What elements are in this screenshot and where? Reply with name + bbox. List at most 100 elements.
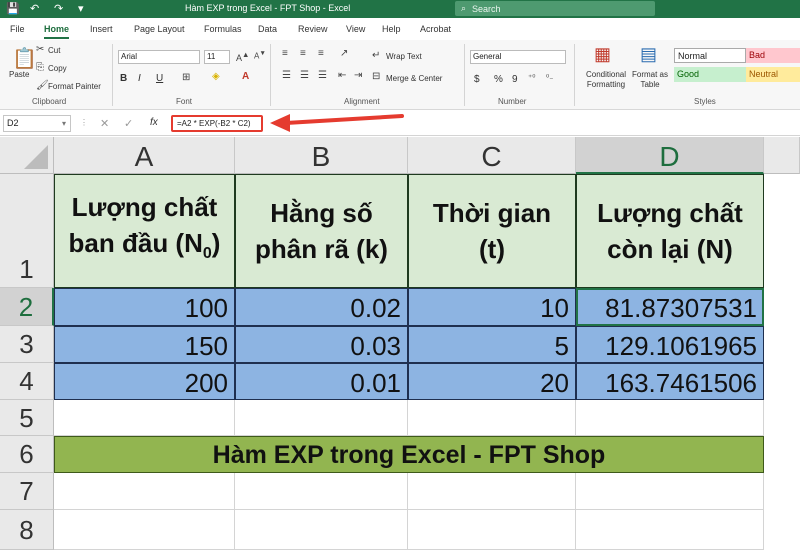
tab-data[interactable]: Data bbox=[258, 24, 277, 34]
row-header-2[interactable]: 2 bbox=[0, 288, 54, 326]
currency-button[interactable]: $ bbox=[474, 74, 480, 85]
insert-function-button[interactable]: fx bbox=[150, 117, 158, 128]
increase-decimal-icon[interactable]: ⁺⁰ bbox=[528, 73, 535, 82]
cell-d3[interactable]: 129.1061965 bbox=[576, 326, 764, 363]
row-header-5[interactable]: 5 bbox=[0, 400, 54, 436]
cell-b8[interactable] bbox=[235, 510, 408, 550]
row-header-8[interactable]: 8 bbox=[0, 510, 54, 550]
format-as-table-button[interactable]: Format as Table bbox=[630, 70, 670, 90]
cell-c7[interactable] bbox=[408, 473, 576, 510]
italic-button[interactable]: I bbox=[138, 73, 141, 84]
copy-icon[interactable]: ⎘ bbox=[36, 62, 44, 73]
style-neutral[interactable]: Neutral bbox=[746, 67, 800, 82]
decrease-decimal-icon[interactable]: ⁰₋ bbox=[546, 73, 553, 82]
orientation-icon[interactable]: ↗ bbox=[340, 48, 348, 59]
paste-button[interactable]: Paste bbox=[9, 70, 29, 79]
align-right-icon[interactable]: ☰ bbox=[318, 70, 327, 81]
cell-c2[interactable]: 10 bbox=[408, 288, 576, 326]
fill-color-icon[interactable]: ◈ bbox=[212, 71, 220, 82]
enter-icon[interactable]: ✓ bbox=[124, 117, 133, 130]
tab-help[interactable]: Help bbox=[382, 24, 401, 34]
number-format-select[interactable]: General bbox=[470, 50, 566, 64]
wrap-text-button[interactable]: Wrap Text bbox=[386, 52, 422, 61]
row-header-4[interactable]: 4 bbox=[0, 363, 54, 400]
tab-view[interactable]: View bbox=[346, 24, 365, 34]
font-size-select[interactable]: 11 bbox=[204, 50, 230, 64]
cell-b1[interactable]: Hằng số phân rã (k) bbox=[235, 174, 408, 288]
decrease-font-icon[interactable]: A▼ bbox=[254, 50, 266, 61]
cell-c1[interactable]: Thời gian (t) bbox=[408, 174, 576, 288]
style-good[interactable]: Good bbox=[674, 67, 746, 82]
column-header-e[interactable] bbox=[764, 137, 800, 174]
cell-c5[interactable] bbox=[408, 400, 576, 436]
borders-icon[interactable]: ⊞ bbox=[182, 72, 190, 83]
cell-a1[interactable]: Lượng chất ban đầu (N0) bbox=[54, 174, 235, 288]
cell-d7[interactable] bbox=[576, 473, 764, 510]
format-as-table-icon[interactable]: ▤ bbox=[640, 44, 657, 65]
copy-button[interactable]: Copy bbox=[48, 64, 67, 73]
cell-a8[interactable] bbox=[54, 510, 235, 550]
undo-icon[interactable]: ↶ bbox=[30, 2, 39, 16]
cell-d2[interactable]: 81.87307531 bbox=[576, 288, 764, 326]
cell-c8[interactable] bbox=[408, 510, 576, 550]
name-box[interactable]: D2 bbox=[3, 115, 71, 132]
cell-a3[interactable]: 150 bbox=[54, 326, 235, 363]
tab-home[interactable]: Home bbox=[44, 24, 70, 39]
cell-b3[interactable]: 0.03 bbox=[235, 326, 408, 363]
formula-input[interactable]: =A2 * EXP(-B2 * C2) bbox=[171, 115, 263, 132]
row-header-3[interactable]: 3 bbox=[0, 326, 54, 363]
merge-center-icon[interactable]: ⊟ bbox=[372, 71, 380, 82]
row-header-6[interactable]: 6 bbox=[0, 436, 54, 473]
cell-c4[interactable]: 20 bbox=[408, 363, 576, 400]
conditional-formatting-button[interactable]: Conditional Formatting bbox=[582, 70, 630, 90]
tab-formulas[interactable]: Formulas bbox=[204, 24, 242, 34]
outdent-icon[interactable]: ⇥ bbox=[354, 70, 362, 81]
paste-icon[interactable]: 📋 bbox=[12, 46, 37, 71]
font-color-icon[interactable]: A bbox=[242, 71, 249, 82]
merge-center-button[interactable]: Merge & Center bbox=[386, 74, 442, 83]
column-header-d[interactable]: D bbox=[576, 137, 764, 174]
style-normal[interactable]: Normal bbox=[674, 48, 746, 63]
tab-page-layout[interactable]: Page Layout bbox=[134, 24, 185, 34]
align-middle-icon[interactable]: ≡ bbox=[300, 48, 306, 59]
cell-b7[interactable] bbox=[235, 473, 408, 510]
cell-a4[interactable]: 200 bbox=[54, 363, 235, 400]
align-center-icon[interactable]: ☰ bbox=[300, 70, 309, 81]
cut-button[interactable]: Cut bbox=[48, 46, 60, 55]
redo-icon[interactable]: ↷ bbox=[54, 2, 63, 16]
bold-button[interactable]: B bbox=[120, 73, 127, 84]
align-left-icon[interactable]: ☰ bbox=[282, 70, 291, 81]
column-header-b[interactable]: B bbox=[235, 137, 408, 174]
underline-button[interactable]: U bbox=[156, 73, 163, 84]
quick-access-dropdown-icon[interactable]: ▾ bbox=[78, 2, 84, 16]
cell-a2[interactable]: 100 bbox=[54, 288, 235, 326]
font-name-select[interactable]: Arial bbox=[118, 50, 200, 64]
cell-d5[interactable] bbox=[576, 400, 764, 436]
cell-a7[interactable] bbox=[54, 473, 235, 510]
row-header-1[interactable]: 1 bbox=[0, 174, 54, 288]
cell-b2[interactable]: 0.02 bbox=[235, 288, 408, 326]
column-header-c[interactable]: C bbox=[408, 137, 576, 174]
tab-file[interactable]: File bbox=[10, 24, 25, 34]
format-painter-icon[interactable]: 🖌 bbox=[36, 80, 49, 91]
search-box[interactable]: ⌕ Search bbox=[455, 1, 655, 16]
indent-icon[interactable]: ⇤ bbox=[338, 70, 346, 81]
cancel-icon[interactable]: ✕ bbox=[100, 117, 109, 130]
format-painter-button[interactable]: Format Painter bbox=[48, 82, 101, 91]
cell-b4[interactable]: 0.01 bbox=[235, 363, 408, 400]
column-header-a[interactable]: A bbox=[54, 137, 235, 174]
align-bottom-icon[interactable]: ≡ bbox=[318, 48, 324, 59]
wrap-text-icon[interactable]: ↵ bbox=[372, 50, 380, 61]
tab-insert[interactable]: Insert bbox=[90, 24, 113, 34]
banner-merged-cell[interactable]: Hàm EXP trong Excel - FPT Shop bbox=[54, 436, 764, 473]
save-icon[interactable]: 💾 bbox=[6, 2, 20, 16]
cut-icon[interactable]: ✂ bbox=[36, 44, 44, 55]
tab-acrobat[interactable]: Acrobat bbox=[420, 24, 451, 34]
conditional-formatting-icon[interactable]: ▦ bbox=[594, 44, 611, 65]
style-bad[interactable]: Bad bbox=[746, 48, 800, 63]
comma-button[interactable]: 9 bbox=[512, 74, 518, 85]
increase-font-icon[interactable]: A▲ bbox=[236, 50, 249, 63]
row-header-7[interactable]: 7 bbox=[0, 473, 54, 510]
tab-review[interactable]: Review bbox=[298, 24, 328, 34]
align-top-icon[interactable]: ≡ bbox=[282, 48, 288, 59]
